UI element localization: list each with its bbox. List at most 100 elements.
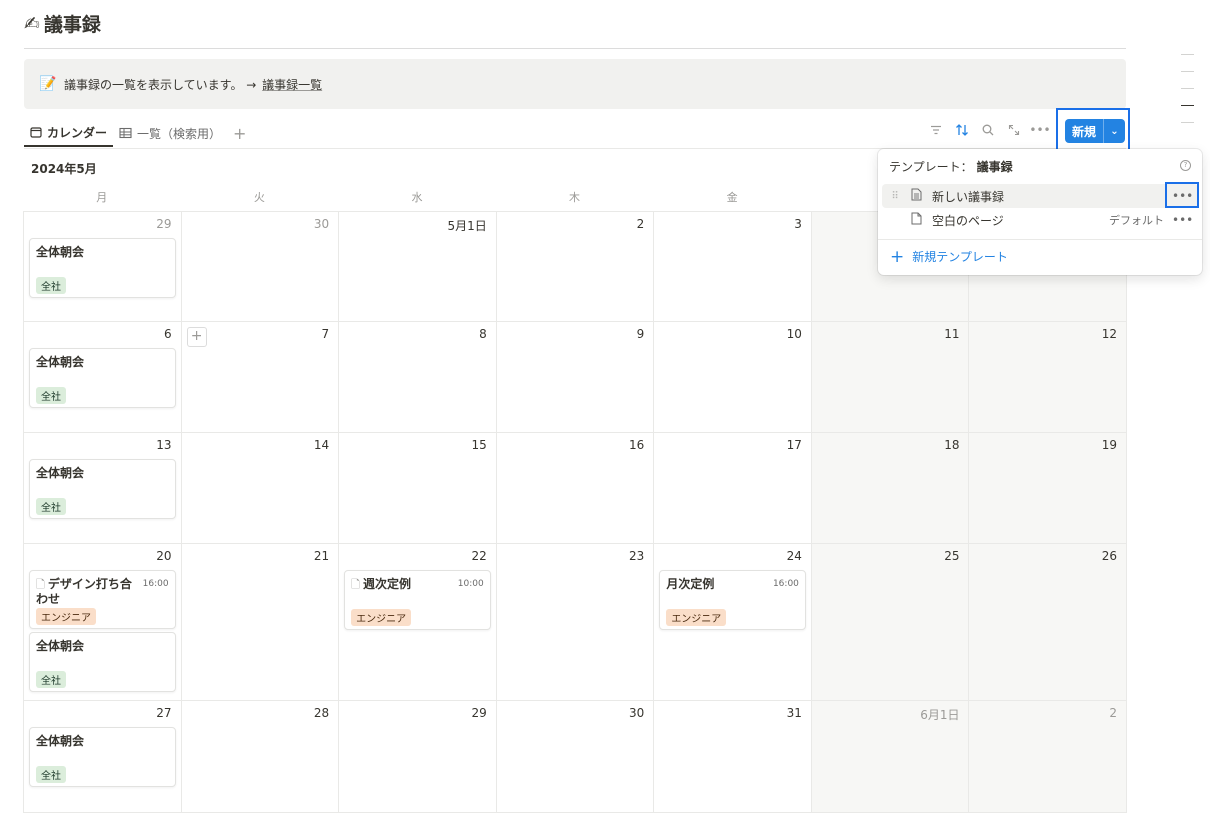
- template-item-label: 空白のページ: [932, 213, 1004, 228]
- day-number: 12: [1101, 327, 1118, 341]
- template-item-blank-page[interactable]: 空白のページ デフォルト •••: [882, 208, 1198, 232]
- plus-icon: +: [890, 246, 905, 267]
- event-card[interactable]: 全体朝会 全社: [29, 459, 176, 519]
- table-of-contents[interactable]: [1181, 54, 1194, 139]
- calendar-day[interactable]: 2: [496, 212, 655, 322]
- calendar-day[interactable]: 28: [181, 701, 340, 813]
- callout-link[interactable]: 議事録一覧: [262, 78, 322, 92]
- expand-icon[interactable]: [1004, 119, 1024, 141]
- calendar-day[interactable]: 8: [339, 322, 497, 433]
- callout-message: 議事録の一覧を表示しています。 →: [64, 77, 261, 92]
- event-title-text: デザイン打ち合わせ: [36, 577, 132, 606]
- day-number: 10: [786, 327, 802, 341]
- calendar-day[interactable]: 19: [969, 433, 1128, 544]
- calendar-day[interactable]: 10: [654, 322, 812, 433]
- calendar-week: 27 全体朝会 全社 28 29 30 31 6月1日 2: [24, 701, 1128, 813]
- event-card[interactable]: 月次定例 16:00 エンジニア: [659, 570, 806, 630]
- toc-line[interactable]: [1181, 71, 1194, 72]
- event-tag: 全社: [36, 387, 66, 404]
- calendar-day[interactable]: 30: [496, 701, 655, 813]
- calendar-day[interactable]: 6 全体朝会全社: [24, 322, 182, 433]
- day-number: 20: [156, 549, 172, 563]
- day-number: 29: [156, 217, 172, 231]
- template-more-icon[interactable]: •••: [1172, 213, 1193, 227]
- day-number: 26: [1101, 549, 1118, 563]
- memo-icon: 📝: [39, 76, 57, 92]
- calendar-day[interactable]: 30: [181, 212, 340, 322]
- document-icon: 🗋: [351, 578, 361, 591]
- toc-line-active[interactable]: [1181, 105, 1194, 106]
- add-view-button[interactable]: +: [227, 124, 252, 143]
- event-title-text: 週次定例: [363, 577, 412, 591]
- calendar-day[interactable]: 9: [496, 322, 655, 433]
- view-tabs: カレンダー 一覧（検索用） +: [24, 118, 252, 148]
- event-title-text: 全体朝会: [36, 355, 85, 369]
- search-icon[interactable]: [978, 119, 998, 141]
- calendar-week: 20 🗋 デザイン打ち合わせ 16:00 エンジニア 全体朝会 全社 21 22 🗋 週次定例 10:…: [24, 544, 1128, 701]
- calendar-day[interactable]: 5月1日: [339, 212, 497, 322]
- calendar-day[interactable]: 14: [181, 433, 340, 544]
- calendar-day[interactable]: 29: [339, 701, 497, 813]
- blank-page-icon: [908, 212, 924, 229]
- calendar-day[interactable]: 6月1日: [811, 701, 970, 813]
- calendar-icon: [30, 127, 42, 138]
- tab-list-search[interactable]: 一覧（検索用）: [113, 119, 227, 147]
- day-number: 9: [636, 327, 645, 341]
- event-card[interactable]: 🗋 週次定例 10:00 エンジニア: [344, 570, 491, 630]
- toc-line[interactable]: [1181, 88, 1194, 89]
- calendar-day[interactable]: 18: [811, 433, 970, 544]
- calendar-day[interactable]: 31: [654, 701, 812, 813]
- calendar-day[interactable]: 21: [181, 544, 340, 701]
- event-card[interactable]: 全体朝会 全社: [29, 632, 176, 692]
- toc-line[interactable]: [1181, 122, 1194, 123]
- drag-handle-icon[interactable]: ⠿: [886, 191, 904, 202]
- calendar-day[interactable]: 15: [339, 433, 497, 544]
- calendar-day[interactable]: 3: [654, 212, 812, 322]
- new-button[interactable]: 新規 ⌄: [1065, 119, 1125, 143]
- calendar-day[interactable]: 22 🗋 週次定例 10:00 エンジニア: [339, 544, 497, 701]
- sort-icon[interactable]: [952, 119, 972, 141]
- more-options-icon[interactable]: •••: [1029, 119, 1050, 141]
- calendar-day[interactable]: 23: [496, 544, 655, 701]
- calendar-day[interactable]: 11: [811, 322, 970, 433]
- calendar-day[interactable]: 13 全体朝会 全社: [24, 433, 182, 544]
- event-card[interactable]: 全体朝会 全社: [29, 348, 176, 408]
- day-number: 29: [471, 706, 487, 720]
- help-icon[interactable]: ?: [1180, 160, 1191, 171]
- calendar-day[interactable]: 20 🗋 デザイン打ち合わせ 16:00 エンジニア 全体朝会 全社: [24, 544, 182, 701]
- calendar-day[interactable]: 27 全体朝会 全社: [24, 701, 182, 813]
- event-tag: 全社: [36, 671, 66, 688]
- calendar-day[interactable]: 16: [496, 433, 655, 544]
- calendar-day[interactable]: 24 月次定例 16:00 エンジニア: [654, 544, 812, 701]
- calendar-day[interactable]: 25: [811, 544, 970, 701]
- calendar-day[interactable]: 29 全体朝会 全社: [24, 212, 182, 322]
- event-title: 全体朝会: [36, 466, 84, 481]
- tab-calendar-label: カレンダー: [47, 125, 108, 140]
- weekday-label: 火: [253, 191, 265, 204]
- filter-icon[interactable]: [926, 119, 946, 141]
- calendar-day[interactable]: 7 +: [181, 322, 340, 433]
- calendar-day[interactable]: 12: [969, 322, 1128, 433]
- day-number: 5月1日: [447, 219, 487, 233]
- template-item-new-minutes[interactable]: ⠿ 新しい議事録 •••: [882, 184, 1198, 208]
- day-number: 24: [786, 549, 802, 563]
- weekday-label: 木: [569, 191, 581, 204]
- calendar-day[interactable]: 2: [969, 701, 1128, 813]
- event-card[interactable]: 🗋 デザイン打ち合わせ 16:00 エンジニア: [29, 570, 176, 629]
- event-card[interactable]: 全体朝会 全社: [29, 727, 176, 787]
- calendar-day[interactable]: 26: [969, 544, 1128, 701]
- day-number: 28: [313, 706, 330, 720]
- chevron-down-icon[interactable]: ⌄: [1104, 126, 1125, 137]
- day-number: 6: [163, 327, 172, 341]
- toc-line[interactable]: [1181, 54, 1194, 55]
- new-template-button[interactable]: + 新規テンプレート: [890, 248, 1008, 265]
- tab-calendar[interactable]: カレンダー: [24, 119, 114, 147]
- day-number: 16: [629, 438, 645, 452]
- calendar-day[interactable]: 17: [654, 433, 812, 544]
- callout: 📝 議事録の一覧を表示しています。 → 議事録一覧: [24, 59, 1126, 109]
- event-card[interactable]: 全体朝会 全社: [29, 238, 176, 298]
- event-tag: 全社: [36, 766, 66, 783]
- event-title: 🗋 週次定例: [351, 577, 452, 592]
- add-event-button[interactable]: +: [186, 327, 207, 347]
- day-number: 6月1日: [920, 708, 960, 722]
